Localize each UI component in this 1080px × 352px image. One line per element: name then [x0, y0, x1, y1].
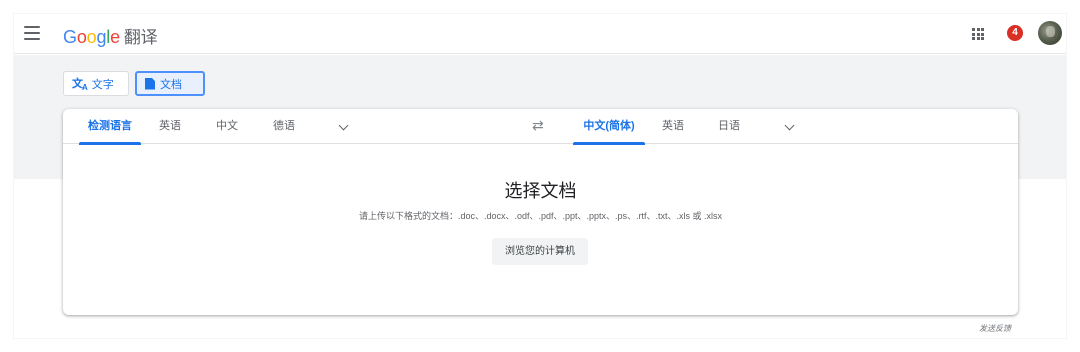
- swap-arrows-icon[interactable]: ⇄: [532, 117, 544, 134]
- translation-card: 检测语言 英语 中文 德语 ⇄ 中文(简体) 英语 日语 选择文档 请上传以下格…: [63, 109, 1018, 315]
- document-mode-button[interactable]: 文档: [135, 71, 205, 96]
- notification-badge[interactable]: 4: [1007, 25, 1023, 41]
- supported-formats-hint: 请上传以下格式的文档：.doc、.docx、.odf、.pdf、.ppt、.pp…: [358, 211, 723, 221]
- tab-source-german[interactable]: 德语: [271, 109, 297, 144]
- product-name: 翻译: [123, 28, 158, 47]
- source-more-languages-chevron-down-icon[interactable]: [338, 120, 349, 131]
- target-more-languages-chevron-down-icon[interactable]: [784, 120, 795, 131]
- browse-computer-button[interactable]: 浏览您的计算机: [492, 238, 588, 265]
- tab-source-chinese[interactable]: 中文: [214, 109, 240, 144]
- hamburger-menu-icon[interactable]: [24, 26, 40, 40]
- app-window: Google 翻译 4 文A 文字 文档 检测语言 英语 中文 德语 ⇄ 中文(简…: [14, 14, 1066, 338]
- translate-icon: 文A: [72, 77, 88, 93]
- tab-target-english[interactable]: 英语: [660, 109, 686, 144]
- document-upload-panel: 选择文档 请上传以下格式的文档：.doc、.docx、.odf、.pdf、.pp…: [63, 145, 1018, 315]
- tab-detect-language[interactable]: 检测语言: [79, 109, 141, 145]
- language-tabs-bar: 检测语言 英语 中文 德语 ⇄ 中文(简体) 英语 日语: [63, 109, 1018, 145]
- tab-target-chinese-simplified[interactable]: 中文(简体): [573, 109, 645, 145]
- text-mode-button[interactable]: 文A 文字: [63, 71, 129, 96]
- top-bar: Google 翻译 4: [14, 14, 1066, 54]
- logo-letter: e: [110, 27, 120, 47]
- document-mode-label: 文档: [160, 78, 182, 91]
- document-panel-title: 选择文档: [504, 181, 577, 201]
- logo-letter: o: [86, 27, 97, 47]
- send-feedback-link[interactable]: 发送反馈: [979, 323, 1011, 334]
- apps-grid-icon[interactable]: [972, 28, 984, 40]
- google-translate-logo[interactable]: Google 翻译: [63, 23, 158, 48]
- logo-letter: g: [96, 27, 107, 47]
- document-icon: [145, 77, 155, 90]
- logo-letter: G: [63, 27, 77, 47]
- logo-letter: o: [76, 27, 87, 47]
- text-mode-label: 文字: [91, 78, 114, 91]
- user-avatar[interactable]: [1038, 21, 1062, 45]
- tab-source-english[interactable]: 英语: [157, 109, 183, 144]
- tab-target-japanese[interactable]: 日语: [716, 109, 742, 144]
